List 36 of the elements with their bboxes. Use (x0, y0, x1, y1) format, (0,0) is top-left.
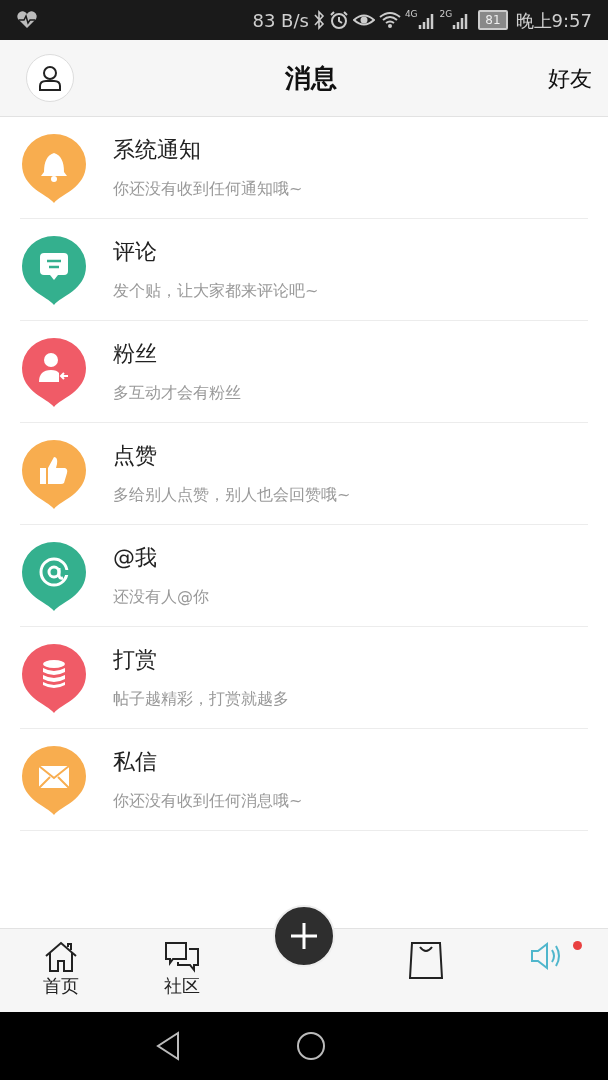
message-category[interactable]: 打赏 (113, 648, 289, 671)
page-title: 消息 (285, 61, 337, 95)
plus-icon (289, 921, 319, 951)
network-type: 2G (439, 8, 453, 21)
tab[interactable]: 社区 (121, 929, 244, 1012)
message-hint: 你还没有收到任何通知哦~ (113, 180, 303, 197)
message-category[interactable]: 评论 (113, 240, 319, 263)
friends-button[interactable]: 好友 (548, 61, 592, 95)
battery-level: 81 (478, 10, 508, 30)
bluetooth-icon (312, 10, 325, 30)
message-hint: 帖子越精彩，打赏就越多 (113, 690, 289, 707)
home-icon[interactable] (296, 1031, 326, 1061)
signal-icon (417, 11, 436, 29)
message-category[interactable]: 系统通知 (113, 138, 303, 161)
tab[interactable]: 首页 (0, 929, 122, 1012)
wifi-icon (378, 11, 401, 29)
message-category[interactable]: @我 (113, 546, 209, 569)
heart-rate-icon (16, 11, 38, 29)
alarm-icon (328, 10, 349, 30)
message-hint: 还没有人@你 (113, 588, 209, 605)
message-hint: 多互动才会有粉丝 (113, 384, 241, 401)
house-icon (43, 941, 78, 973)
user-icon (38, 65, 62, 91)
profile-button[interactable] (26, 54, 74, 102)
message-hint: 你还没有收到任何消息哦~ (113, 792, 303, 809)
back-icon[interactable] (155, 1031, 181, 1061)
message-hint: 发个贴，让大家都来评论吧~ (113, 282, 319, 299)
network-type: 4G (404, 8, 418, 21)
message-category[interactable]: 点赞 (113, 444, 351, 467)
network-speed: 83 B/s (252, 8, 309, 33)
message-hint: 多给别人点赞，别人也会回赞哦~ (113, 486, 351, 503)
clock: 晚上9:57 (515, 8, 592, 33)
message-category[interactable]: 私信 (113, 750, 303, 773)
bag-icon (408, 941, 443, 979)
message-category[interactable]: 粉丝 (113, 342, 241, 365)
chat-bubbles-icon (164, 941, 201, 973)
